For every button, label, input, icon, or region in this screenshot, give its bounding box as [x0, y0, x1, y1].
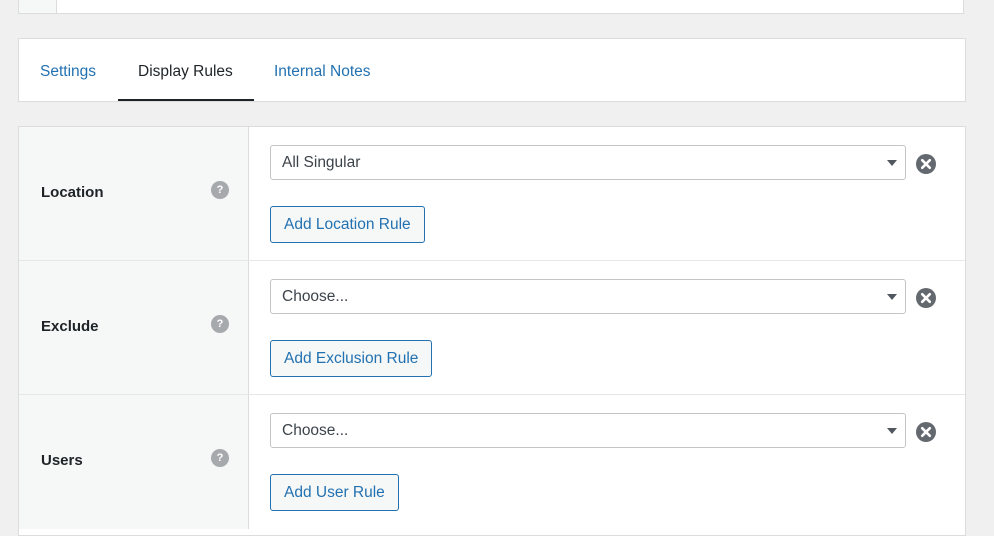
remove-rule-icon[interactable]	[916, 422, 936, 442]
users-select[interactable]: Choose...	[270, 413, 906, 448]
rule-label-column: Exclude ?	[19, 261, 249, 394]
add-user-rule-button[interactable]: Add User Rule	[270, 474, 399, 511]
rule-label: Users	[41, 452, 83, 469]
tab-internal-notes[interactable]: Internal Notes	[274, 39, 371, 101]
exclude-select[interactable]: Choose...	[270, 279, 906, 314]
select-value: Choose...	[282, 422, 349, 439]
remove-rule-icon[interactable]	[916, 154, 936, 174]
rule-label: Exclude	[41, 318, 99, 335]
rule-label-column: Users ?	[19, 395, 249, 529]
add-location-rule-button[interactable]: Add Location Rule	[270, 206, 425, 243]
help-icon[interactable]: ?	[211, 449, 229, 467]
rule-row-users: Users ? Choose... Add User Rule	[19, 395, 965, 529]
location-select[interactable]: All Singular	[270, 145, 906, 180]
chevron-down-icon	[887, 294, 897, 300]
chevron-down-icon	[887, 428, 897, 434]
rule-label-column: Location ?	[19, 127, 249, 260]
rule-label: Location	[41, 184, 104, 201]
add-exclusion-rule-button[interactable]: Add Exclusion Rule	[270, 340, 433, 377]
select-value: Choose...	[282, 288, 349, 305]
previous-panel	[18, 0, 964, 14]
tab-display-rules[interactable]: Display Rules	[118, 39, 254, 101]
chevron-down-icon	[887, 160, 897, 166]
tab-settings[interactable]: Settings	[40, 39, 96, 101]
rule-row-exclude: Exclude ? Choose... Add Exclusion Rule	[19, 261, 965, 395]
previous-panel-gutter	[19, 0, 57, 13]
tabs-panel: Settings Display Rules Internal Notes	[18, 38, 966, 102]
help-icon[interactable]: ?	[211, 315, 229, 333]
select-value: All Singular	[282, 154, 361, 171]
display-rules-panel: Location ? All Singular Add Location Rul…	[18, 126, 966, 536]
rule-row-location: Location ? All Singular Add Location Rul…	[19, 127, 965, 261]
remove-rule-icon[interactable]	[916, 288, 936, 308]
help-icon[interactable]: ?	[211, 181, 229, 199]
